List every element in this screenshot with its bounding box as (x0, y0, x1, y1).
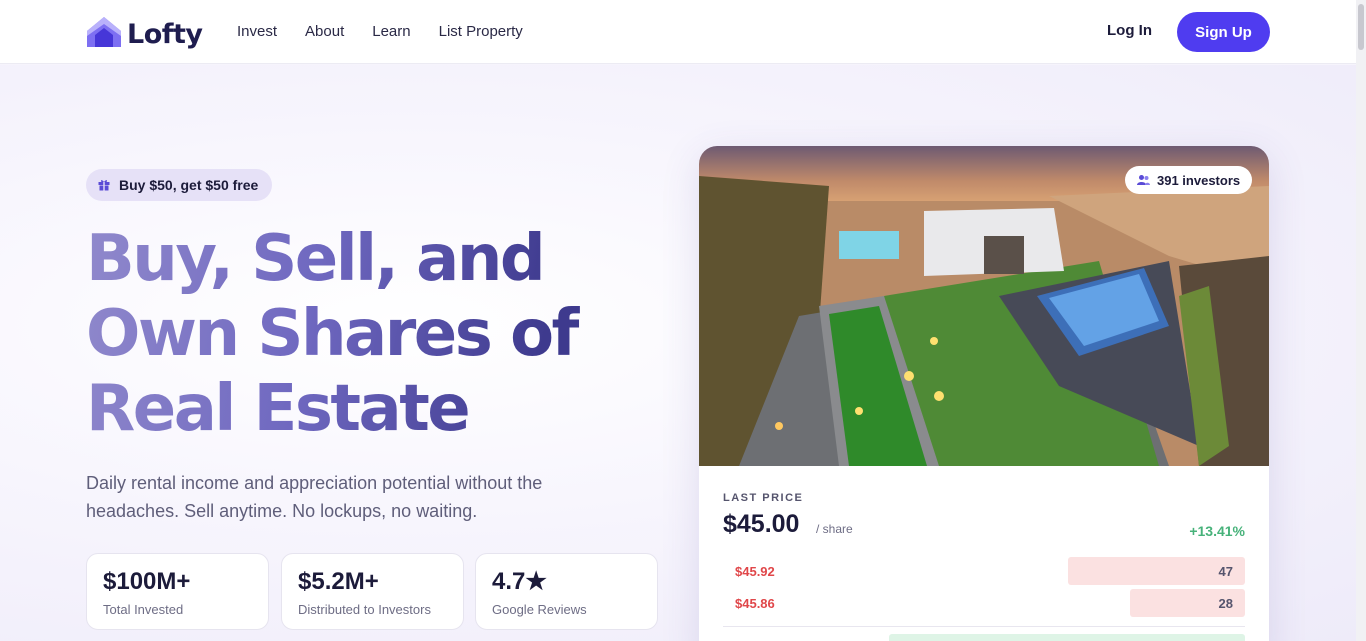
logo[interactable]: Lofty (86, 16, 203, 53)
ask-row: $45.86 28 (723, 589, 1245, 617)
stat-label: Total Invested (103, 602, 184, 617)
nav-learn[interactable]: Learn (372, 22, 410, 42)
stat-value: 4.7★ (492, 568, 547, 595)
price-change: +13.41% (1189, 523, 1245, 539)
stat-google-reviews: 4.7★ Google Reviews (475, 553, 658, 630)
scrollbar[interactable] (1356, 0, 1366, 641)
stat-distributed: $5.2M+ Distributed to Investors (281, 553, 464, 630)
stat-label: Google Reviews (492, 602, 587, 617)
users-icon (1137, 175, 1150, 185)
investors-badge: 391 investors (1125, 166, 1253, 194)
stat-label: Distributed to Investors (298, 602, 431, 617)
investors-count: 391 investors (1157, 172, 1241, 188)
per-share-label: / share (816, 522, 853, 536)
site-header: Lofty Invest About Learn List Property L… (0, 0, 1366, 64)
bid-depth-bar (889, 634, 1245, 641)
nav-invest[interactable]: Invest (237, 22, 277, 42)
order-book-divider (723, 626, 1245, 627)
hero-headline: Buy, Sell, and Own Shares of Real Estate (86, 222, 646, 447)
ask-price: $45.92 (735, 564, 775, 579)
stat-value: $100M+ (103, 568, 191, 595)
gift-icon (98, 180, 110, 191)
logo-text: Lofty (127, 19, 203, 50)
signup-button[interactable]: Sign Up (1177, 12, 1270, 52)
property-card[interactable]: 391 investors LAST PRICE $45.00 / share … (699, 146, 1269, 641)
logo-house-icon (86, 16, 122, 53)
ask-price: $45.86 (735, 596, 775, 611)
login-link[interactable]: Log In (1107, 22, 1152, 39)
share-price: $45.00 (723, 510, 800, 538)
stat-total-invested: $100M+ Total Invested (86, 553, 269, 630)
main-nav: Invest About Learn List Property (237, 22, 551, 42)
ask-row: $45.92 47 (723, 557, 1245, 585)
promo-pill[interactable]: Buy $50, get $50 free (86, 169, 273, 201)
ask-size: 28 (1218, 596, 1233, 611)
nav-list-property[interactable]: List Property (439, 22, 523, 42)
ask-size: 47 (1218, 564, 1233, 579)
promo-text: Buy $50, get $50 free (119, 177, 259, 193)
hero-subtitle: Daily rental income and appreciation pot… (86, 473, 543, 521)
property-photo (699, 146, 1269, 466)
last-price-label: LAST PRICE (723, 492, 804, 504)
stat-value: $5.2M+ (298, 568, 379, 595)
nav-about[interactable]: About (305, 22, 344, 42)
scrollbar-thumb[interactable] (1358, 4, 1364, 50)
